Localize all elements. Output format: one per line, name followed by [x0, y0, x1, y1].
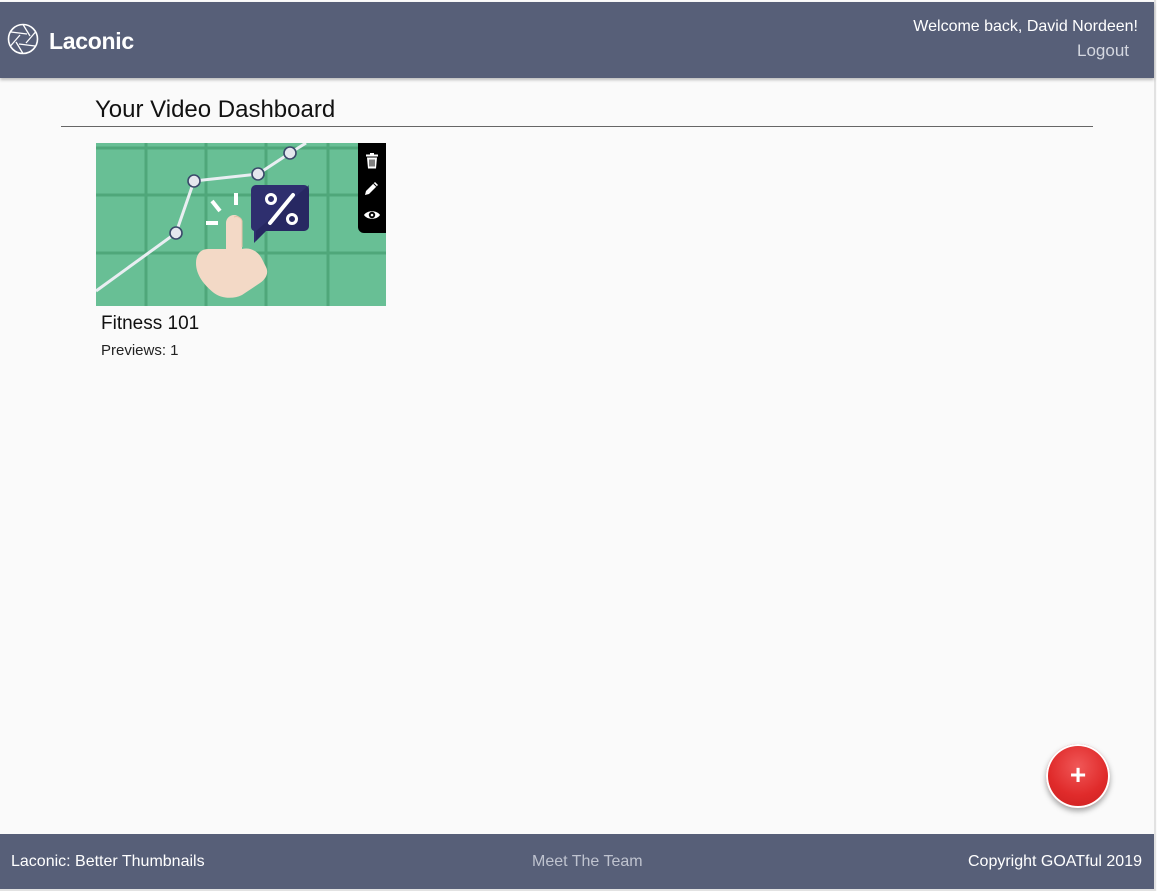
footer-tagline: Laconic: Better Thumbnails	[11, 853, 205, 870]
footer-copyright: Copyright GOATful 2019	[967, 853, 1142, 870]
page-title: Your Video Dashboard	[95, 96, 336, 123]
add-video-button[interactable]: +	[1046, 744, 1110, 808]
thumbnail-image	[96, 143, 386, 306]
logout-link[interactable]: Logout	[1077, 41, 1129, 61]
pencil-icon[interactable]	[363, 179, 381, 197]
app-window	[0, 0, 1156, 891]
video-thumbnail[interactable]	[96, 143, 386, 306]
eye-icon[interactable]	[363, 206, 381, 224]
video-card[interactable]: Fitness 101 Previews: 1	[96, 143, 386, 359]
trash-icon[interactable]	[363, 152, 381, 170]
top-navbar: Laconic Welcome back, David Nordeen! Log…	[0, 2, 1154, 78]
video-previews-count: Previews: 1	[101, 342, 179, 359]
brand-name: Laconic	[49, 27, 134, 54]
welcome-message: Welcome back, David Nordeen!	[913, 18, 1138, 35]
meet-the-team-link[interactable]: Meet The Team	[532, 853, 643, 871]
video-title[interactable]: Fitness 101	[101, 313, 199, 335]
brand[interactable]: Laconic	[7, 23, 134, 60]
aperture-icon	[7, 23, 39, 60]
title-divider	[61, 126, 1093, 127]
video-action-toolbar	[358, 143, 386, 233]
footer: Laconic: Better Thumbnails Meet The Team…	[0, 834, 1154, 889]
